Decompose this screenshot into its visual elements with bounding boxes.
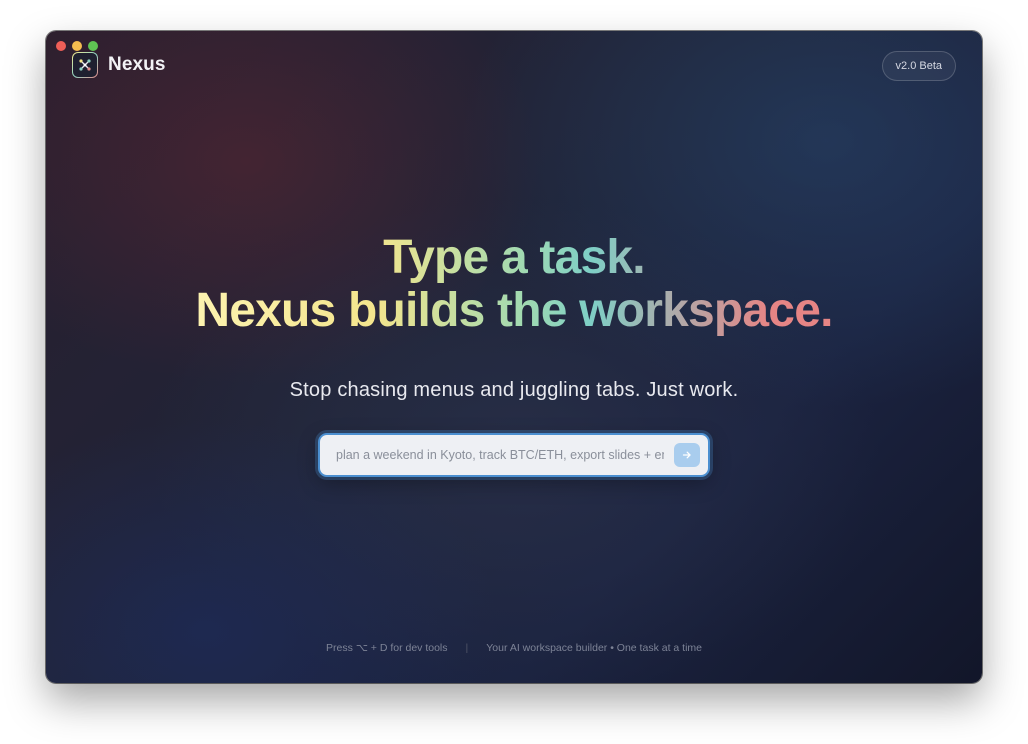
app-name: Nexus	[108, 54, 166, 75]
window-controls	[56, 41, 98, 51]
minimize-window-button[interactable]	[72, 41, 82, 51]
headline: Type a task. Nexus builds the workspace.	[195, 231, 832, 337]
maximize-window-button[interactable]	[88, 41, 98, 51]
dev-tools-hint: Press ⌥ + D for dev tools	[326, 642, 448, 654]
footer: Press ⌥ + D for dev tools | Your AI work…	[46, 642, 982, 654]
headline-line-2: Nexus builds the workspace.	[195, 284, 833, 337]
task-input[interactable]	[336, 448, 664, 462]
close-window-button[interactable]	[56, 41, 66, 51]
app-window: Nexus v2.0 Beta Type a task. Nexus build…	[46, 31, 982, 683]
brand: Nexus	[72, 52, 166, 78]
submit-button[interactable]	[674, 443, 700, 467]
hero: Type a task. Nexus builds the workspace.…	[46, 231, 982, 402]
version-badge[interactable]: v2.0 Beta	[881, 51, 956, 81]
headline-line-1: Type a task.	[383, 231, 645, 284]
tagline: Your AI workspace builder • One task at …	[486, 642, 702, 654]
subtitle: Stop chasing menus and juggling tabs. Ju…	[289, 379, 739, 401]
footer-separator: |	[465, 642, 469, 654]
arrow-right-icon	[682, 451, 691, 459]
nexus-logo-icon	[72, 52, 98, 78]
task-input-bar	[318, 433, 710, 477]
